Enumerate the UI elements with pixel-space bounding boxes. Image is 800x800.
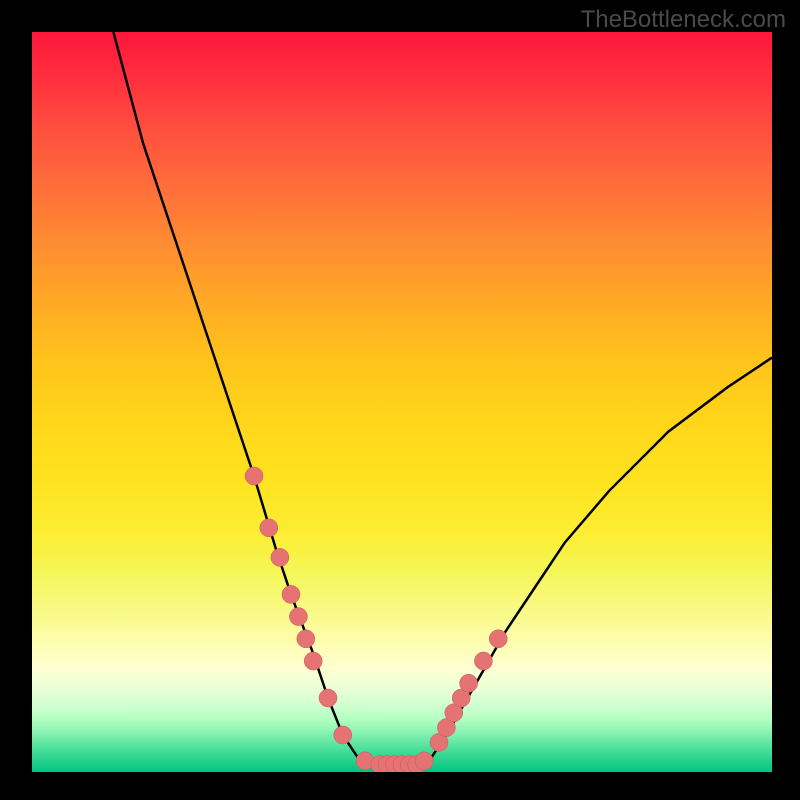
chart-svg-layer: [32, 32, 772, 772]
marker-dots-group: [245, 467, 507, 772]
marker-dot: [304, 652, 322, 670]
chart-plot-area: [32, 32, 772, 772]
marker-dot: [260, 519, 278, 537]
marker-dot: [334, 726, 352, 744]
marker-dot: [297, 630, 315, 648]
watermark-text: TheBottleneck.com: [581, 6, 786, 34]
marker-dot: [245, 467, 263, 485]
marker-dot: [474, 652, 492, 670]
marker-dot: [415, 752, 433, 770]
marker-dot: [282, 585, 300, 603]
marker-dot: [460, 674, 478, 692]
marker-dot: [489, 630, 507, 648]
curve-path-group: [113, 32, 772, 765]
marker-dot: [289, 608, 307, 626]
marker-dot: [271, 548, 289, 566]
bottleneck-curve: [113, 32, 772, 765]
marker-dot: [319, 689, 337, 707]
